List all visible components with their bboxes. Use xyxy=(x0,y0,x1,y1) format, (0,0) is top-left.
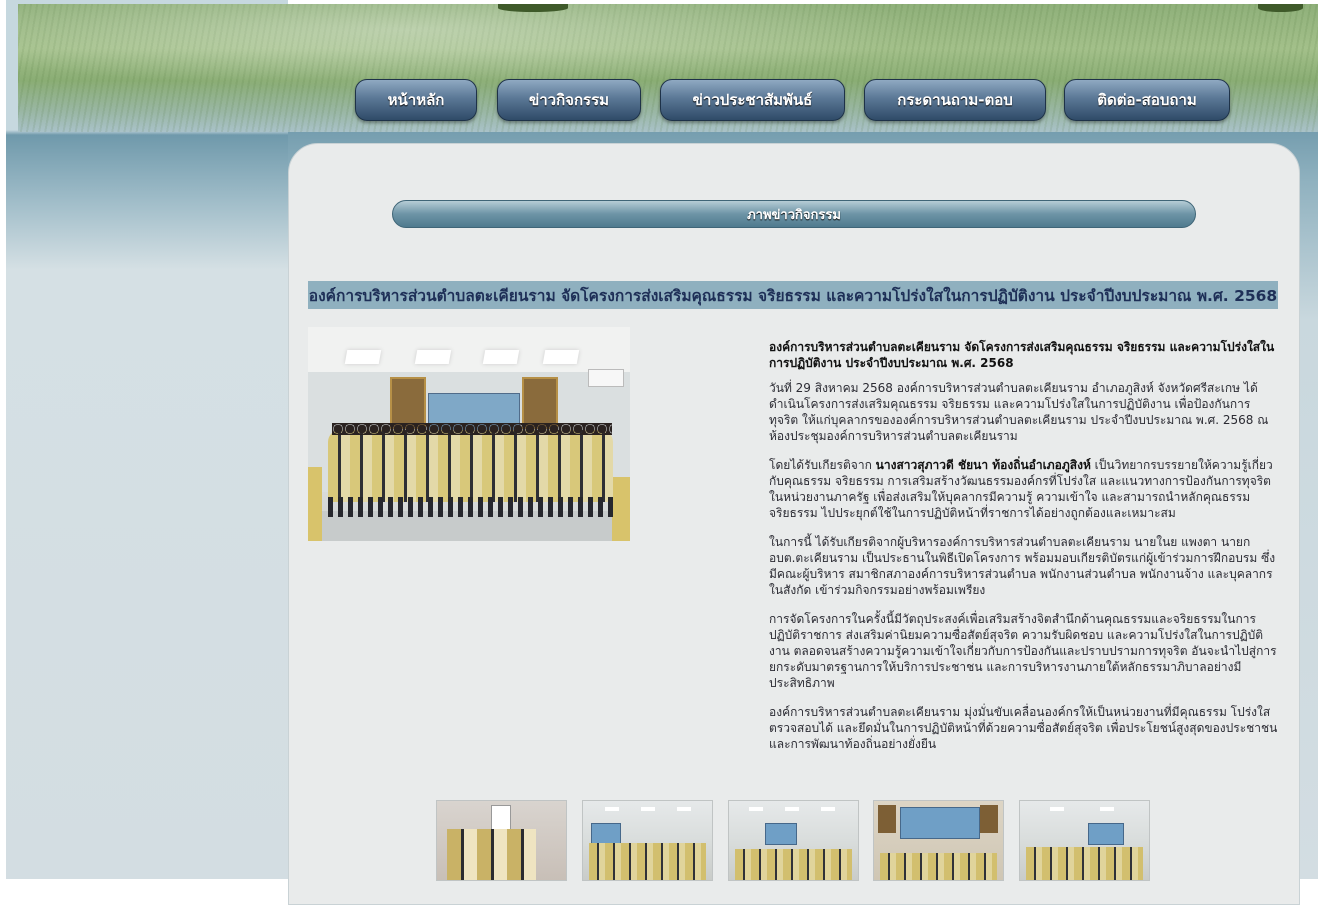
nav-qa-board-button[interactable]: กระดานถาม-ตอบ xyxy=(864,79,1046,121)
photo-air-conditioner xyxy=(588,369,624,387)
thumb-lamp xyxy=(749,807,763,811)
thumb-screen xyxy=(591,823,621,845)
article-paragraph: องค์การบริหารส่วนตำบลตะเคียนราม มุ่งมั่น… xyxy=(769,705,1278,751)
gallery-thumbnail[interactable] xyxy=(873,800,1004,881)
photo-table xyxy=(612,477,630,541)
photo-ceiling-light xyxy=(482,350,520,364)
nav-activity-news-button[interactable]: ข่าวกิจกรรม xyxy=(497,79,641,121)
photo-portrait xyxy=(522,377,558,429)
bush-decoration xyxy=(1258,4,1303,12)
bush-decoration xyxy=(498,4,568,12)
thumb-people xyxy=(880,853,997,880)
article-paragraph: การจัดโครงการในครั้งนี้มีวัตถุประสงค์เพื… xyxy=(769,612,1277,690)
article-paragraph: ในการนี้ ได้รับเกียรติจากผู้บริหารองค์กา… xyxy=(769,535,1276,597)
gallery-thumbnail[interactable] xyxy=(728,800,859,881)
thumb-people xyxy=(447,829,536,880)
thumb-screen xyxy=(765,823,797,845)
section-heading-text: ภาพข่าวกิจกรรม xyxy=(747,207,841,223)
paragraph-text: โดยได้รับเกียรติจาก xyxy=(769,458,876,472)
gallery-thumbnail[interactable] xyxy=(582,800,713,881)
thumb-people xyxy=(1026,847,1143,880)
gallery-thumbnail[interactable] xyxy=(436,800,567,881)
thumb-lamp xyxy=(1050,807,1064,811)
photo-portrait xyxy=(390,377,426,429)
thumb-people xyxy=(735,849,852,880)
speaker-name: นางสาวสุภาวดี ชัยนา ท้องถิ่นอำเภอภูสิงห์ xyxy=(875,458,1091,472)
photo-table xyxy=(308,467,322,541)
photo-ceiling-light xyxy=(414,350,452,364)
nav-public-relations-button[interactable]: ข่าวประชาสัมพันธ์ xyxy=(660,79,845,121)
thumb-lamp xyxy=(677,807,691,811)
thumb-lamp xyxy=(821,807,835,811)
gallery-thumbnail[interactable] xyxy=(1019,800,1150,881)
thumb-lamp xyxy=(785,807,799,811)
thumb-lamp xyxy=(1100,807,1114,811)
thumb-people xyxy=(589,843,706,880)
nav-contact-button[interactable]: ติดต่อ-สอบถาม xyxy=(1064,79,1230,121)
article-paragraph: วันที่ 29 สิงหาคม 2568 องค์การบริหารส่วน… xyxy=(769,381,1269,443)
nav-home-button[interactable]: หน้าหลัก xyxy=(355,79,477,121)
photo-heads xyxy=(332,423,612,435)
thumb-portrait xyxy=(878,805,896,833)
article-paragraph: โดยได้รับเกียรติจาก นางสาวสุภาวดี ชัยนา … xyxy=(769,457,1279,521)
article-title-text: องค์การบริหารส่วนตำบลตะเคียนราม จัดโครงก… xyxy=(308,286,1278,305)
photo-ceiling-light xyxy=(344,350,382,364)
photo-group-of-people xyxy=(328,430,613,502)
article-title: องค์การบริหารส่วนตำบลตะเคียนราม จัดโครงก… xyxy=(308,281,1278,309)
thumb-portrait xyxy=(980,805,998,833)
thumb-screen xyxy=(900,807,980,839)
article-lead: องค์การบริหารส่วนตำบลตะเคียนราม จัดโครงก… xyxy=(769,340,1275,370)
main-event-photo[interactable] xyxy=(308,327,630,541)
section-heading: ภาพข่าวกิจกรรม xyxy=(392,200,1196,228)
thumb-lamp xyxy=(641,807,655,811)
article-body: องค์การบริหารส่วนตำบลตะเคียนราม จัดโครงก… xyxy=(769,339,1279,765)
photo-legs xyxy=(328,497,613,517)
thumb-screen xyxy=(1088,823,1124,845)
photo-ceiling-light xyxy=(542,350,580,364)
thumb-lamp xyxy=(605,807,619,811)
